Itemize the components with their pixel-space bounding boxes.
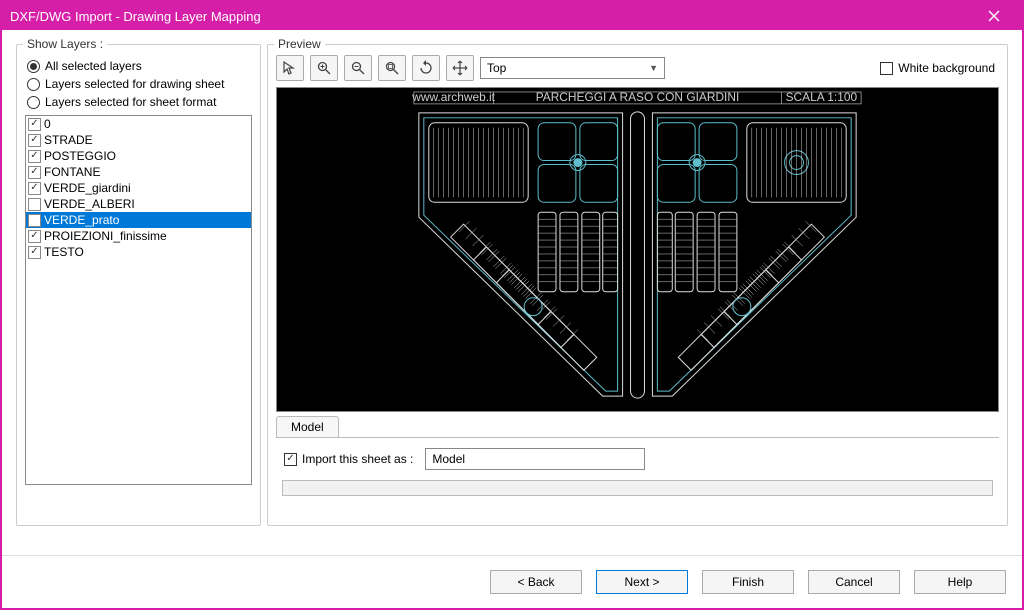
preview-canvas[interactable]: www.archweb.it PARCHEGGI A RASO CON GIAR… [276, 87, 999, 412]
import-sheet-input[interactable] [425, 448, 645, 470]
layer-label: VERDE_prato [44, 213, 119, 227]
preview-legend: Preview [274, 37, 325, 51]
layer-label: FONTANE [44, 165, 100, 179]
layer-item[interactable]: STRADE [26, 132, 251, 148]
zoom-in-icon [316, 60, 332, 76]
layer-checkbox[interactable] [28, 246, 41, 259]
close-icon [988, 10, 1000, 22]
radio-label: All selected layers [45, 59, 142, 73]
zoom-in-button[interactable] [310, 55, 338, 81]
layer-item[interactable]: POSTEGGIO [26, 148, 251, 164]
svg-text:PARCHEGGI A RASO CON GIARDINI: PARCHEGGI A RASO CON GIARDINI [536, 90, 740, 104]
help-button[interactable]: Help [914, 570, 1006, 594]
import-sheet-label: Import this sheet as : [302, 452, 413, 466]
layer-checkbox[interactable] [28, 230, 41, 243]
preview-toolbar: Top ▼ White background [276, 55, 999, 81]
layer-item[interactable]: PROIEZIONI_finissime [26, 228, 251, 244]
title-bar: DXF/DWG Import - Drawing Layer Mapping [2, 2, 1022, 30]
layer-label: STRADE [44, 133, 93, 147]
preview-group: Preview Top ▼ White background [267, 44, 1008, 526]
tab-model[interactable]: Model [276, 416, 339, 437]
radio-all-layers[interactable]: All selected layers [27, 59, 250, 73]
layer-item[interactable]: 0 [26, 116, 251, 132]
window-title: DXF/DWG Import - Drawing Layer Mapping [10, 9, 261, 24]
radio-drawing-sheet[interactable]: Layers selected for drawing sheet [27, 77, 250, 91]
chevron-down-icon: ▼ [649, 63, 658, 73]
progress-bar [282, 480, 993, 496]
cancel-button[interactable]: Cancel [808, 570, 900, 594]
layer-checkbox[interactable] [28, 214, 41, 227]
radio-icon [27, 78, 40, 91]
zoom-fit-button[interactable] [378, 55, 406, 81]
import-sheet-checkbox[interactable]: Import this sheet as : [284, 452, 413, 466]
layer-checkbox[interactable] [28, 166, 41, 179]
layer-label: PROIEZIONI_finissime [44, 229, 167, 243]
layer-item[interactable]: VERDE_prato [26, 212, 251, 228]
next-button[interactable]: Next > [596, 570, 688, 594]
show-layers-group: Show Layers : All selected layers Layers… [16, 44, 261, 526]
pick-tool-button[interactable] [276, 55, 304, 81]
radio-icon [27, 60, 40, 73]
checkbox-icon [284, 453, 297, 466]
pan-icon [452, 60, 468, 76]
layer-list[interactable]: 0 STRADE POSTEGGIO FONTANE VERDE_giardini VER… [25, 115, 252, 485]
radio-label: Layers selected for sheet format [45, 95, 216, 109]
left-panel: Show Layers : All selected layers Layers… [16, 44, 261, 526]
pan-button[interactable] [446, 55, 474, 81]
layer-label: POSTEGGIO [44, 149, 116, 163]
radio-sheet-format[interactable]: Layers selected for sheet format [27, 95, 250, 109]
layer-label: VERDE_ALBERI [44, 197, 135, 211]
layer-label: VERDE_giardini [44, 181, 131, 195]
cad-drawing: www.archweb.it PARCHEGGI A RASO CON GIAR… [277, 88, 998, 411]
layer-checkbox[interactable] [28, 118, 41, 131]
layer-checkbox[interactable] [28, 198, 41, 211]
zoom-out-icon [350, 60, 366, 76]
radio-icon [27, 96, 40, 109]
zoom-fit-icon [384, 60, 400, 76]
view-dropdown[interactable]: Top ▼ [480, 57, 665, 79]
white-background-checkbox[interactable]: White background [880, 61, 995, 75]
tab-content: Import this sheet as : [276, 437, 999, 502]
right-panel: Preview Top ▼ White background [267, 44, 1008, 526]
layer-label: 0 [44, 117, 51, 131]
rotate-icon [418, 60, 434, 76]
content-area: Show Layers : All selected layers Layers… [2, 30, 1022, 540]
layer-checkbox[interactable] [28, 150, 41, 163]
layer-item[interactable]: TESTO [26, 244, 251, 260]
close-button[interactable] [974, 2, 1014, 30]
layer-item[interactable]: VERDE_giardini [26, 180, 251, 196]
checkbox-icon [880, 62, 893, 75]
layer-item[interactable]: FONTANE [26, 164, 251, 180]
svg-text:SCALA 1:100: SCALA 1:100 [786, 90, 858, 104]
layer-checkbox[interactable] [28, 134, 41, 147]
radio-label: Layers selected for drawing sheet [45, 77, 224, 91]
layer-label: TESTO [44, 245, 84, 259]
back-button[interactable]: < Back [490, 570, 582, 594]
svg-text:www.archweb.it: www.archweb.it [411, 90, 495, 104]
rotate-button[interactable] [412, 55, 440, 81]
show-layers-legend: Show Layers : [23, 37, 107, 51]
white-background-label: White background [898, 61, 995, 75]
pick-icon [282, 60, 298, 76]
footer-buttons: < Back Next > Finish Cancel Help [2, 555, 1022, 608]
layer-checkbox[interactable] [28, 182, 41, 195]
layer-item[interactable]: VERDE_ALBERI [26, 196, 251, 212]
view-dropdown-value: Top [487, 61, 506, 75]
zoom-out-button[interactable] [344, 55, 372, 81]
sheet-tabs: Model [276, 416, 999, 437]
finish-button[interactable]: Finish [702, 570, 794, 594]
